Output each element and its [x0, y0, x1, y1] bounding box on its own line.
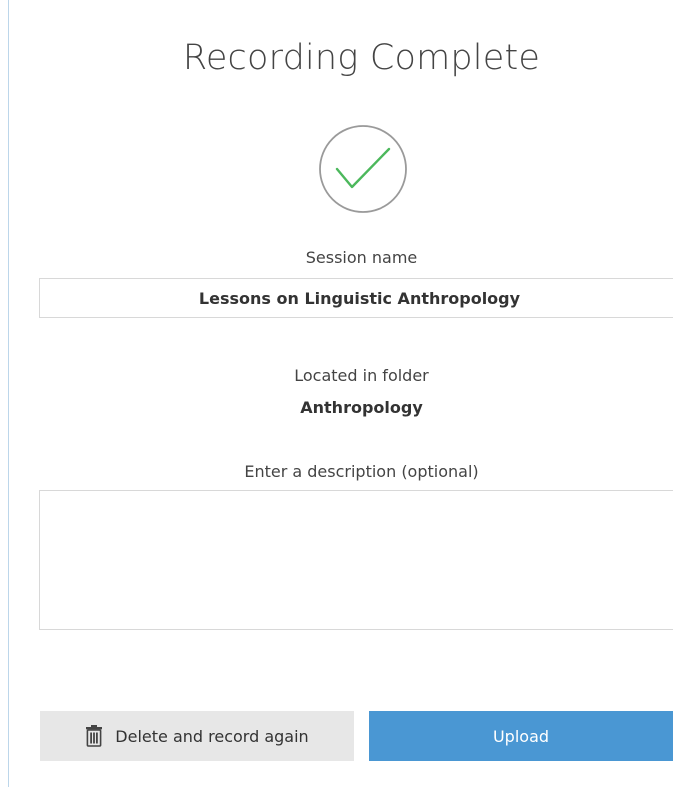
folder-label: Located in folder — [294, 366, 429, 385]
folder-name: Anthropology — [300, 398, 423, 417]
dialog-title: Recording Complete — [182, 38, 541, 78]
description-label: Enter a description (optional) — [244, 462, 479, 481]
left-border — [8, 0, 9, 787]
checkmark-circle-icon — [318, 124, 408, 214]
upload-button[interactable]: Upload — [369, 711, 673, 761]
delete-button-label: Delete and record again — [115, 726, 309, 746]
delete-and-record-again-button[interactable]: Delete and record again — [40, 711, 354, 761]
session-name-label: Session name — [305, 248, 418, 267]
description-field[interactable] — [39, 490, 673, 630]
session-name-input[interactable] — [39, 278, 673, 318]
trash-icon — [85, 725, 103, 747]
